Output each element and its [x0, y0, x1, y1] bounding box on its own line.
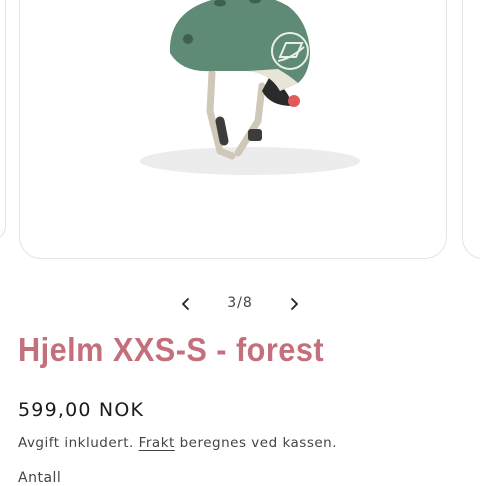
- gallery-navigation: 3/8: [0, 290, 480, 318]
- slide-counter: 3/8: [227, 295, 253, 311]
- product-title: Hjelm XXS-S - forest: [18, 331, 325, 368]
- tax-suffix: beregnes ved kassen.: [179, 435, 338, 451]
- chevron-right-icon: [291, 298, 298, 310]
- gallery-card-previous[interactable]: [0, 0, 6, 240]
- gallery-card-current[interactable]: [19, 0, 447, 259]
- quantity-label: Antall: [18, 470, 62, 486]
- next-slide-button[interactable]: [280, 290, 308, 318]
- product-image-helmet: [140, 0, 360, 175]
- gallery-card-next[interactable]: [462, 0, 480, 259]
- chevron-left-icon: [182, 298, 189, 310]
- shipping-link[interactable]: Frakt: [139, 435, 175, 451]
- tax-notice: Avgift inkludert. Frakt beregnes ved kas…: [18, 435, 337, 451]
- tax-prefix: Avgift inkludert.: [18, 435, 134, 451]
- product-price: 599,00 NOK: [18, 399, 145, 421]
- previous-slide-button[interactable]: [172, 290, 200, 318]
